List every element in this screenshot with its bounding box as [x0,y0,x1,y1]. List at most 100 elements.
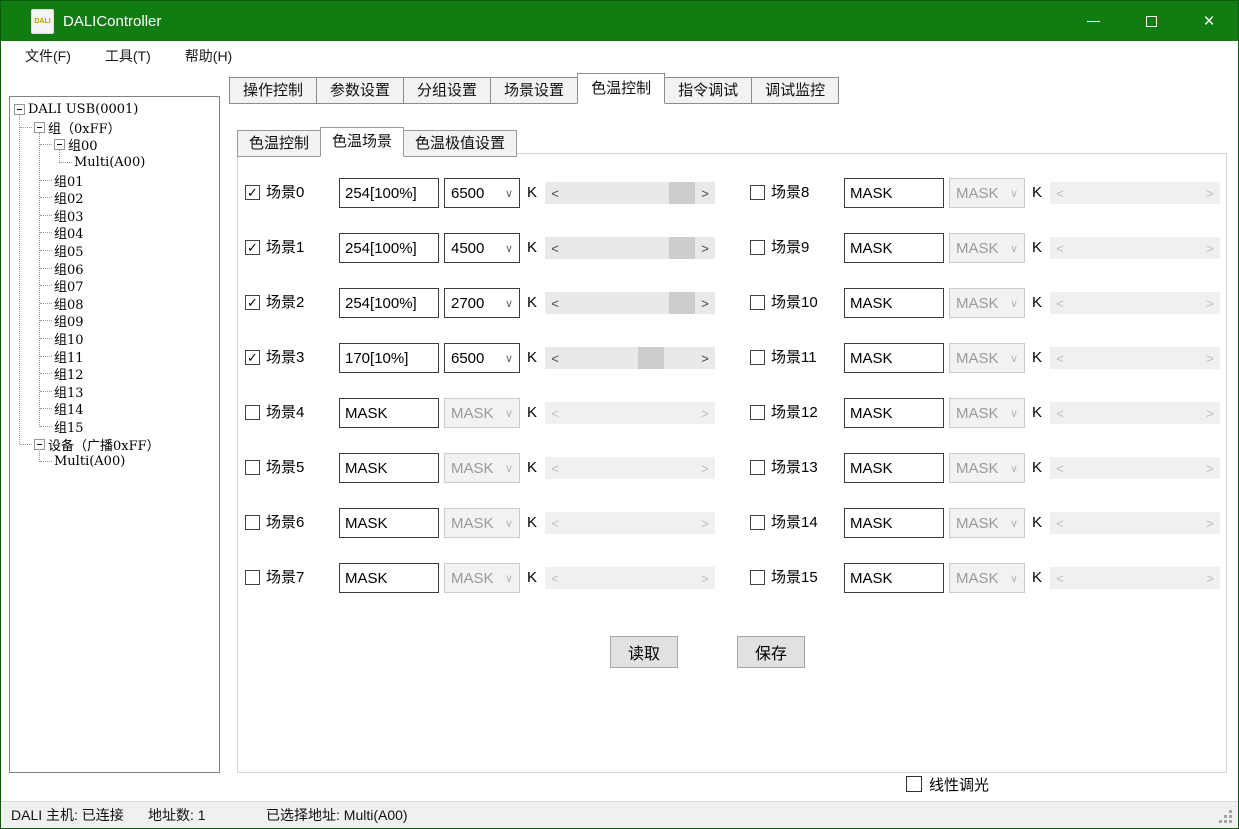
tree-item-11[interactable]: 组08 [10,295,219,313]
scroll-track[interactable] [565,292,695,314]
tree-item-20[interactable]: Multi(A00) [10,453,219,471]
scene-3-level-input[interactable] [339,343,439,373]
scene-2-checkbox[interactable]: ✓ [245,295,260,310]
scroll-track[interactable] [565,347,695,369]
tree-item-0[interactable]: DALI USB(0001) [10,101,219,119]
scene-6-color-temp-select[interactable]: MASK∨ [444,508,520,538]
scroll-left-icon[interactable]: < [545,347,565,369]
linear-dimming-checkbox[interactable] [906,776,922,792]
tree-item-4[interactable]: 组01 [10,171,219,189]
scene-9-color-temp-select[interactable]: MASK∨ [949,233,1025,263]
scroll-thumb[interactable] [669,292,695,314]
tree-item-19[interactable]: 设备（广播0xFF） [10,435,219,453]
scroll-left-icon[interactable]: < [1050,182,1070,204]
scroll-track[interactable] [1070,182,1200,204]
scene-0-level-input[interactable] [339,178,439,208]
scene-15-level-input[interactable] [844,563,944,593]
scroll-left-icon[interactable]: < [1050,292,1070,314]
scroll-thumb[interactable] [669,237,695,259]
sub-tab-1[interactable]: 色温场景 [320,127,404,157]
scroll-right-icon[interactable]: > [1200,347,1220,369]
menu-item-2[interactable]: 帮助(H) [173,42,244,70]
scroll-track[interactable] [1070,402,1200,424]
scroll-thumb[interactable] [638,347,664,369]
scroll-left-icon[interactable]: < [1050,457,1070,479]
scene-5-checkbox[interactable] [245,460,260,475]
maximize-button[interactable] [1122,1,1180,41]
scroll-right-icon[interactable]: > [695,567,715,589]
scroll-left-icon[interactable]: < [1050,402,1070,424]
scroll-left-icon[interactable]: < [1050,237,1070,259]
scroll-right-icon[interactable]: > [695,347,715,369]
scene-2-color-temp-select[interactable]: 2700∨ [444,288,520,318]
scene-12-color-temp-select[interactable]: MASK∨ [949,398,1025,428]
scroll-thumb[interactable] [669,182,695,204]
scene-12-checkbox[interactable] [750,405,765,420]
scene-4-color-temp-select[interactable]: MASK∨ [444,398,520,428]
scroll-track[interactable] [565,512,695,534]
tree-item-10[interactable]: 组07 [10,277,219,295]
scene-1-color-temp-select[interactable]: 4500∨ [444,233,520,263]
scene-11-color-temp-select[interactable]: MASK∨ [949,343,1025,373]
scene-2-level-input[interactable] [339,288,439,318]
tree-item-13[interactable]: 组10 [10,330,219,348]
scroll-left-icon[interactable]: < [545,292,565,314]
tree-item-1[interactable]: 组（0xFF） [10,119,219,137]
scroll-track[interactable] [1070,512,1200,534]
sub-tab-0[interactable]: 色温控制 [237,130,321,157]
scene-5-color-temp-select[interactable]: MASK∨ [444,453,520,483]
main-tab-0[interactable]: 操作控制 [229,77,317,104]
scroll-right-icon[interactable]: > [695,402,715,424]
tree-item-16[interactable]: 组13 [10,383,219,401]
tree-collapse-icon[interactable] [54,139,65,150]
menu-item-0[interactable]: 文件(F) [13,42,83,70]
scroll-right-icon[interactable]: > [1200,292,1220,314]
tree-item-6[interactable]: 组03 [10,207,219,225]
scene-6-checkbox[interactable] [245,515,260,530]
tree-item-7[interactable]: 组04 [10,224,219,242]
scene-8-color-temp-select[interactable]: MASK∨ [949,178,1025,208]
read-button[interactable]: 读取 [610,636,678,668]
scene-8-checkbox[interactable] [750,185,765,200]
main-tab-3[interactable]: 场景设置 [491,77,578,104]
scene-5-level-input[interactable] [339,453,439,483]
tree-collapse-icon[interactable] [14,104,25,115]
scroll-track[interactable] [565,457,695,479]
scroll-right-icon[interactable]: > [695,237,715,259]
scene-13-level-input[interactable] [844,453,944,483]
scroll-left-icon[interactable]: < [545,182,565,204]
scroll-left-icon[interactable]: < [545,237,565,259]
scroll-right-icon[interactable]: > [1200,402,1220,424]
tree-item-5[interactable]: 组02 [10,189,219,207]
scroll-track[interactable] [565,237,695,259]
main-tab-1[interactable]: 参数设置 [317,77,404,104]
tree-item-15[interactable]: 组12 [10,365,219,383]
tree-item-2[interactable]: 组00 [10,136,219,154]
scroll-track[interactable] [1070,457,1200,479]
scene-4-level-input[interactable] [339,398,439,428]
scene-14-checkbox[interactable] [750,515,765,530]
scroll-right-icon[interactable]: > [695,292,715,314]
minimize-button[interactable] [1064,1,1122,41]
scroll-track[interactable] [1070,347,1200,369]
scroll-left-icon[interactable]: < [545,567,565,589]
menu-item-1[interactable]: 工具(T) [93,42,163,70]
tree-item-12[interactable]: 组09 [10,312,219,330]
scroll-right-icon[interactable]: > [1200,567,1220,589]
scene-4-checkbox[interactable] [245,405,260,420]
main-tab-6[interactable]: 调试监控 [752,77,839,104]
scene-14-color-temp-select[interactable]: MASK∨ [949,508,1025,538]
main-tab-5[interactable]: 指令调试 [665,77,752,104]
scroll-left-icon[interactable]: < [1050,347,1070,369]
scene-1-level-input[interactable] [339,233,439,263]
save-button[interactable]: 保存 [737,636,805,668]
scroll-track[interactable] [565,567,695,589]
close-button[interactable]: × [1180,1,1238,41]
scroll-track[interactable] [565,182,695,204]
tree-item-14[interactable]: 组11 [10,347,219,365]
scene-12-level-input[interactable] [844,398,944,428]
scroll-right-icon[interactable]: > [1200,457,1220,479]
tree-collapse-icon[interactable] [34,122,45,133]
scene-7-checkbox[interactable] [245,570,260,585]
main-tab-4[interactable]: 色温控制 [577,73,665,104]
